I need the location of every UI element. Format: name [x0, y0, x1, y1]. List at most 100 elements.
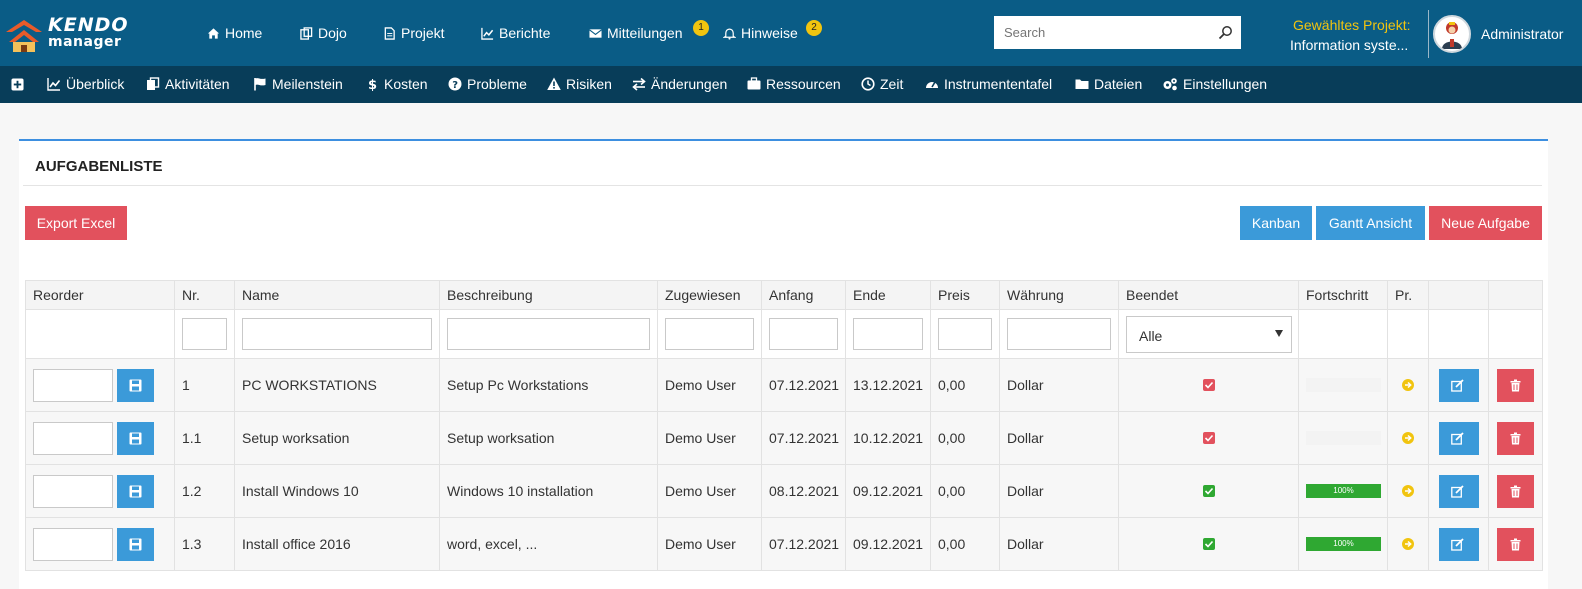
delete-task-button[interactable]: [1497, 527, 1534, 561]
filter-ende-input[interactable]: [853, 318, 923, 350]
edit-task-button[interactable]: [1438, 474, 1479, 508]
col-header-edit: [1428, 280, 1489, 310]
subnav-aenderungen[interactable]: Änderungen: [632, 76, 727, 92]
done-checkbox-icon[interactable]: [1202, 432, 1215, 444]
edit-icon: [1450, 378, 1464, 392]
filter-zugewiesen-input[interactable]: [665, 318, 754, 350]
reorder-input[interactable]: [33, 527, 113, 561]
filter-beschreibung-input[interactable]: [447, 318, 650, 350]
save-order-button[interactable]: [116, 421, 154, 455]
task-end-date: 13.12.2021: [845, 358, 931, 412]
edit-task-button[interactable]: [1438, 368, 1479, 402]
task-done-cell: [1118, 411, 1299, 465]
gantt-view-button[interactable]: Gantt Ansicht: [1316, 206, 1425, 240]
task-assignee: Demo User: [657, 411, 762, 465]
col-header-preis[interactable]: Preis: [930, 280, 1000, 310]
done-checkbox-icon[interactable]: [1202, 538, 1215, 550]
task-done-cell: [1118, 517, 1299, 571]
selected-project-name[interactable]: Information syste...: [1290, 37, 1408, 53]
col-header-beschreibung[interactable]: Beschreibung: [439, 280, 658, 310]
task-done-cell: [1118, 358, 1299, 412]
filter-beendet-select[interactable]: Alle: [1126, 315, 1292, 353]
subnav-einstellungen[interactable]: Einstellungen: [1162, 76, 1267, 92]
col-header-beendet[interactable]: Beendet: [1118, 280, 1299, 310]
subnav-dateien[interactable]: Dateien: [1075, 76, 1142, 92]
subnav-meilenstein[interactable]: Meilenstein: [253, 76, 343, 92]
subnav-ueberblick[interactable]: Überblick: [47, 76, 124, 92]
save-order-button[interactable]: [116, 527, 154, 561]
edit-icon: [1450, 537, 1464, 551]
subnav-probleme[interactable]: ? Probleme: [448, 76, 527, 92]
brand-logo[interactable]: KENDO manager: [4, 12, 128, 54]
export-excel-button[interactable]: Export Excel: [25, 206, 127, 240]
kanban-button[interactable]: Kanban: [1240, 206, 1312, 240]
filter-nr-input[interactable]: [182, 318, 227, 350]
task-table: Reorder Nr. Name Beschreibung Zugewiesen…: [25, 280, 1543, 571]
subnav-zeit[interactable]: Zeit: [861, 76, 903, 92]
user-name[interactable]: Administrator: [1481, 26, 1563, 42]
col-header-fortschritt[interactable]: Fortschritt: [1298, 280, 1388, 310]
task-priority-cell: [1387, 517, 1429, 571]
reorder-input[interactable]: [33, 368, 113, 402]
trash-icon: [1510, 538, 1521, 550]
task-assignee: Demo User: [657, 517, 762, 571]
edit-task-button[interactable]: [1438, 421, 1479, 455]
search-input[interactable]: [994, 16, 1204, 49]
reorder-input[interactable]: [33, 421, 113, 455]
avatar[interactable]: [1433, 15, 1471, 53]
save-order-button[interactable]: [116, 368, 154, 402]
subnav-ressourcen[interactable]: Ressourcen: [747, 76, 841, 92]
topnav-hinweise[interactable]: Hinweise: [723, 25, 798, 41]
filter-anfang-input[interactable]: [769, 318, 838, 350]
done-checkbox-icon[interactable]: [1202, 485, 1215, 497]
folder-icon: [1075, 79, 1089, 89]
subnav-kosten[interactable]: $ Kosten: [365, 76, 428, 92]
delete-task-button[interactable]: [1497, 421, 1534, 455]
filter-preis-input[interactable]: [938, 318, 992, 350]
flag-icon: [254, 78, 266, 91]
delete-cell: [1488, 411, 1543, 465]
topnav-home[interactable]: Home: [207, 25, 262, 41]
topnav-projekt[interactable]: Projekt: [383, 25, 445, 41]
save-order-button[interactable]: [116, 474, 154, 508]
delete-task-button[interactable]: [1497, 474, 1534, 508]
delete-task-button[interactable]: [1497, 368, 1534, 402]
col-header-nr[interactable]: Nr.: [174, 280, 235, 310]
hinweise-count-badge: 2: [806, 20, 822, 36]
col-header-anfang[interactable]: Anfang: [761, 280, 846, 310]
trash-icon: [1510, 379, 1521, 391]
dollar-icon: $: [368, 78, 377, 91]
done-checkbox-icon[interactable]: [1202, 379, 1215, 391]
filter-waehrung-input[interactable]: [1007, 318, 1111, 350]
search-icon[interactable]: [1218, 25, 1233, 40]
header-divider: [1428, 10, 1429, 58]
subnav-aktivitaeten[interactable]: Aktivitäten: [146, 76, 230, 92]
save-icon: [129, 432, 142, 444]
task-progress-cell: [1298, 358, 1388, 412]
filter-cell-empty: [1488, 309, 1543, 359]
filter-name-input[interactable]: [242, 318, 432, 350]
table-row: 1.1 Setup worksation Setup worksation Demo …: [25, 411, 1543, 465]
progress-bar-fill: 100%: [1306, 537, 1381, 551]
table-header-row: Reorder Nr. Name Beschreibung Zugewiesen…: [25, 280, 1543, 310]
task-end-date: 09.12.2021: [845, 464, 931, 518]
topnav-mitteilungen[interactable]: Mitteilungen: [589, 25, 683, 41]
col-header-name[interactable]: Name: [234, 280, 440, 310]
edit-task-button[interactable]: [1438, 527, 1479, 561]
reorder-input[interactable]: [33, 474, 113, 508]
subnav-add[interactable]: [11, 78, 24, 91]
subnav-label: Kosten: [384, 76, 428, 92]
col-header-zugewiesen[interactable]: Zugewiesen: [657, 280, 762, 310]
topnav-label: Projekt: [401, 25, 445, 41]
table-row: 1.3 Install office 2016 word, excel, ... De…: [25, 517, 1543, 571]
subnav-instrumententafel[interactable]: Instrumententafel: [925, 76, 1052, 92]
topnav-dojo[interactable]: Dojo: [300, 25, 347, 41]
new-task-button[interactable]: Neue Aufgabe: [1429, 206, 1542, 240]
topnav-berichte[interactable]: Berichte: [481, 25, 550, 41]
task-currency: Dollar: [999, 464, 1119, 518]
col-header-waehrung[interactable]: Währung: [999, 280, 1119, 310]
col-header-prioritaet[interactable]: Pr.: [1387, 280, 1429, 310]
col-header-ende[interactable]: Ende: [845, 280, 931, 310]
subnav-risiken[interactable]: Risiken: [547, 76, 612, 92]
cogs-icon: [1163, 78, 1177, 91]
